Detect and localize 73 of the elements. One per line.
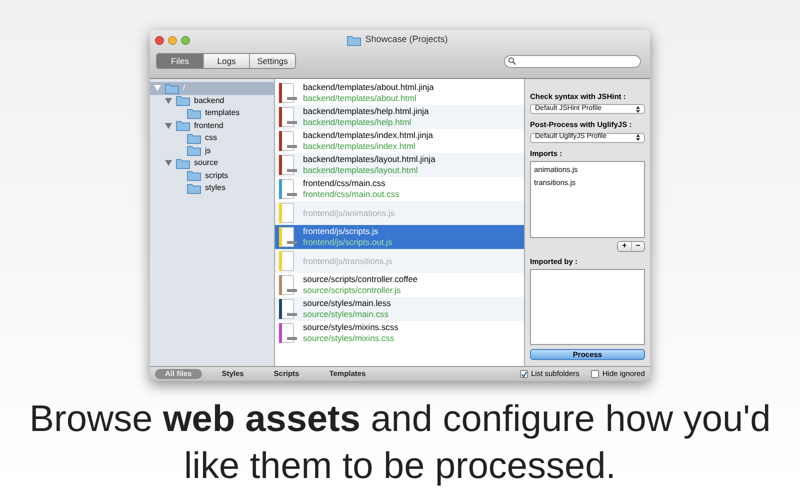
minimize-button[interactable] [168, 36, 177, 44]
document-icon [277, 106, 297, 128]
file-name: source/scripts/controller.coffee [303, 274, 418, 285]
output-file-name: source/styles/mixins.css [303, 333, 396, 344]
file-row[interactable]: backend/templates/help.html.jinja backend/templates/help.html [275, 105, 524, 129]
tab[interactable]: Settings [249, 54, 295, 68]
output-file-name: backend/templates/help.html [303, 117, 412, 128]
tree-item[interactable]: js [150, 144, 274, 157]
tree-item[interactable]: styles [150, 182, 274, 194]
folder-icon [187, 145, 201, 156]
file-name: frontend/js/scripts.js [303, 226, 380, 237]
disclosure-triangle-icon[interactable] [165, 122, 172, 129]
checkmark-icon [521, 370, 527, 378]
folder-icon [176, 158, 190, 169]
output-file-name: frontend/js/scripts.out.js [303, 237, 392, 248]
tree-item[interactable]: css [150, 132, 274, 144]
checkbox[interactable] [591, 370, 600, 378]
document-icon [277, 298, 297, 320]
close-button[interactable] [155, 36, 164, 44]
checkbox[interactable] [520, 370, 528, 378]
tab[interactable]: Logs [203, 54, 249, 68]
output-file-name: backend/templates/about.html [303, 93, 418, 104]
stepper-icon [636, 134, 640, 141]
folder-icon [187, 182, 201, 194]
tree-item[interactable]: backend [150, 94, 274, 107]
document-icon [277, 274, 297, 296]
document-icon [277, 178, 297, 200]
tree-item[interactable]: templates [150, 107, 274, 120]
add-button[interactable]: + [618, 242, 631, 251]
document-icon [277, 322, 297, 344]
file-name: backend/templates/layout.html.jinja [303, 154, 436, 165]
folder-icon [165, 82, 179, 94]
document-icon [277, 226, 297, 248]
caption-text: Browse web assets and configure how you'd like them to be processed. [28, 397, 772, 488]
file-name: frontend/js/animations.js [303, 208, 395, 218]
tree-item[interactable]: scripts [150, 170, 274, 182]
search-icon [508, 57, 516, 65]
document-icon [277, 250, 297, 272]
stepper-icon [636, 106, 640, 113]
window-title: Showcase (Projects) [365, 33, 448, 46]
document-icon [277, 82, 297, 104]
output-file-name: source/styles/main.css [303, 309, 390, 320]
remove-button[interactable]: − [631, 242, 644, 251]
file-name: frontend/js/transitions.js [303, 256, 392, 266]
folder-icon [176, 120, 190, 132]
document-icon [277, 130, 297, 152]
document-icon [277, 202, 297, 224]
output-file-name: source/scripts/controller.js [303, 285, 402, 296]
disclosure-triangle-icon[interactable] [165, 160, 172, 166]
file-row[interactable]: backend/templates/layout.html.jinja backend/templates/layout.html [275, 153, 524, 177]
folder-icon [187, 170, 201, 182]
folder-icon [187, 108, 201, 119]
file-name: source/styles/main.less [303, 298, 391, 309]
output-file-name: backend/templates/layout.html [303, 165, 419, 176]
file-row[interactable]: frontend/js/scripts.js frontend/js/scripts.out.js [275, 225, 524, 249]
file-name: backend/templates/about.html.jinja [303, 82, 434, 93]
document-icon [277, 154, 297, 176]
disclosure-triangle-icon[interactable] [154, 85, 161, 92]
file-name: backend/templates/help.html.jinja [303, 106, 429, 117]
tree-item[interactable]: source [150, 157, 274, 170]
tab[interactable]: Files [157, 54, 203, 68]
folder-icon [347, 34, 362, 46]
zoom-button[interactable] [181, 36, 190, 44]
search-field[interactable] [504, 54, 641, 68]
output-file-name: backend/templates/index.html [303, 141, 416, 152]
folder-icon [187, 132, 201, 144]
disclosure-triangle-icon[interactable] [165, 98, 172, 104]
tree-item[interactable]: frontend [150, 120, 274, 132]
file-name: frontend/css/main.css [303, 178, 386, 189]
file-name: backend/templates/index.html.jinja [303, 130, 433, 141]
file-name: source/styles/mixins.scss [303, 322, 398, 333]
output-file-name: frontend/css/main.out.css [303, 189, 400, 200]
file-row[interactable]: source/styles/main.less source/styles/main.css [275, 297, 524, 321]
